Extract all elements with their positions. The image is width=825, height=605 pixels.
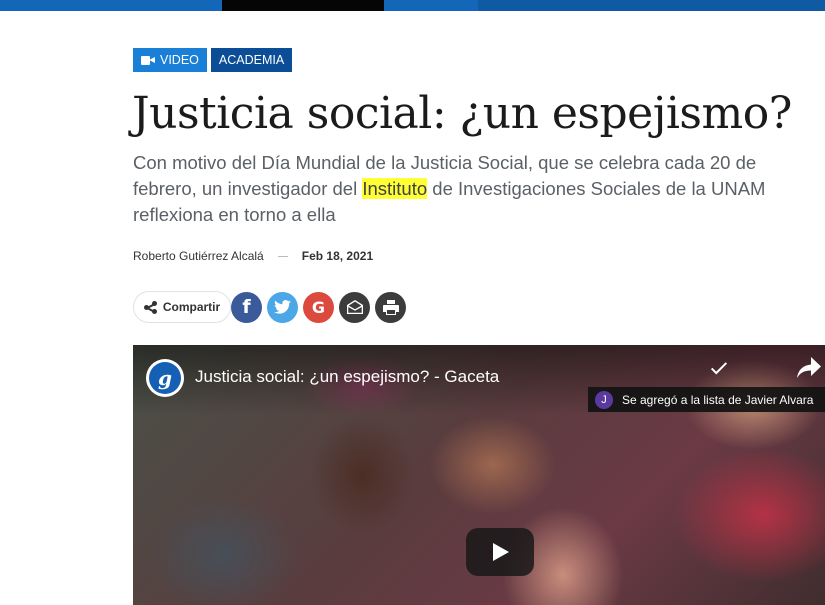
tag-video[interactable]: VIDEO	[133, 48, 207, 72]
top-navigation-bar	[0, 0, 825, 11]
video-title[interactable]: Justicia social: ¿un espejismo? - Gaceta	[195, 367, 499, 387]
tag-academia-label: ACADEMIA	[218, 53, 285, 67]
byline-separator	[277, 255, 288, 257]
article-title: Justicia social: ¿un espejismo?	[132, 88, 792, 139]
envelope-icon	[346, 300, 363, 314]
toast-text: Se agregó a la lista de Javier Alvara	[622, 392, 814, 407]
share-arrow-icon[interactable]	[797, 357, 821, 379]
email-share-button[interactable]	[339, 291, 370, 323]
top-bar-dark-segment	[222, 0, 384, 11]
share-icon	[143, 300, 157, 314]
google-icon: G	[311, 297, 326, 317]
publish-date: Feb 18, 2021	[301, 249, 374, 263]
google-share-button[interactable]: G	[303, 291, 334, 323]
facebook-icon: f	[242, 296, 251, 318]
playlist-toast: J Se agregó a la lista de Javier Alvara	[588, 387, 825, 412]
share-bar: Compartir f G	[133, 291, 406, 323]
highlighted-word: Instituto	[362, 178, 428, 199]
top-bar-blue-segment	[478, 0, 825, 11]
check-icon[interactable]	[708, 357, 730, 379]
share-button-label: Compartir	[162, 300, 221, 314]
video-camera-icon	[141, 55, 155, 65]
tag-academia[interactable]: ACADEMIA	[210, 48, 293, 72]
tag-video-label: VIDEO	[160, 53, 199, 67]
play-icon	[493, 543, 509, 561]
play-button[interactable]	[466, 528, 534, 576]
print-button[interactable]	[375, 291, 406, 323]
facebook-share-button[interactable]: f	[231, 291, 262, 323]
twitter-icon	[274, 300, 291, 314]
article-subtitle: Con motivo del Día Mundial de la Justici…	[133, 150, 823, 228]
toast-avatar: J	[595, 390, 613, 409]
category-tags: VIDEO ACADEMIA	[133, 48, 293, 72]
author-name[interactable]: Roberto Gutiérrez Alcalá	[133, 249, 264, 263]
share-button[interactable]: Compartir	[133, 291, 231, 323]
channel-logo[interactable]: g	[146, 359, 184, 397]
byline: Roberto Gutiérrez Alcalá Feb 18, 2021	[133, 249, 373, 263]
embedded-video-player[interactable]: g Justicia social: ¿un espejismo? - Gace…	[133, 345, 825, 605]
twitter-share-button[interactable]	[267, 291, 298, 323]
channel-logo-letter: g	[149, 362, 181, 394]
printer-icon	[382, 299, 399, 315]
